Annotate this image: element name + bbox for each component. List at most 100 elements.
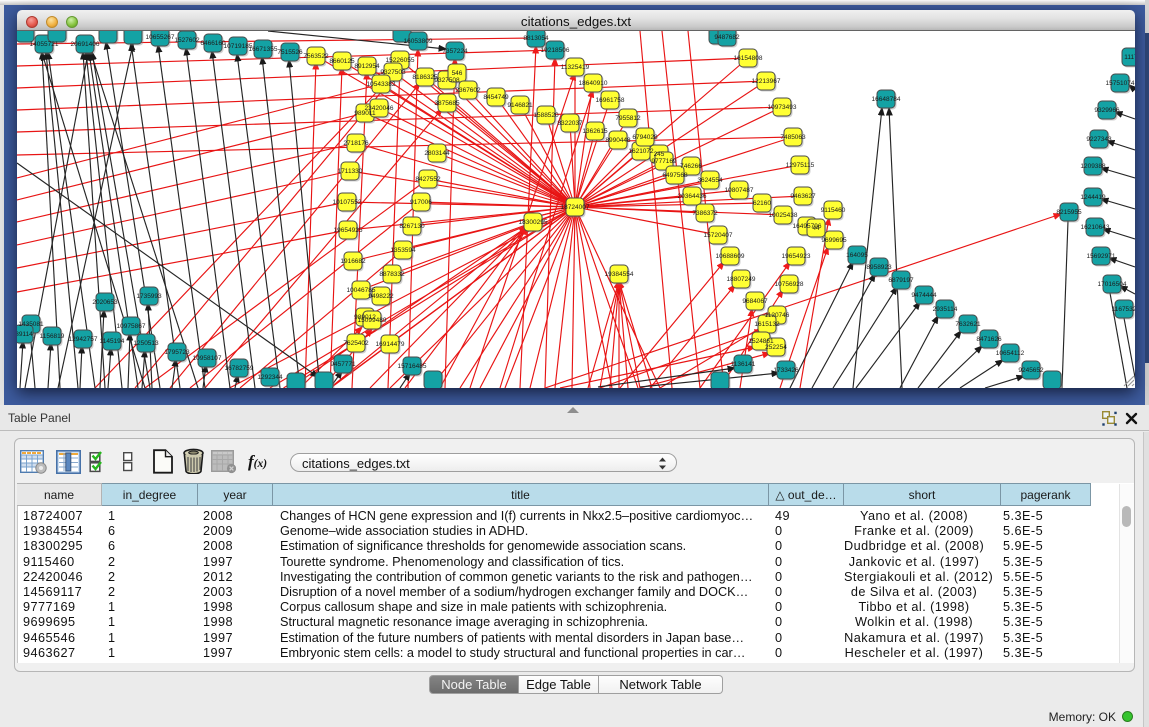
svg-text:9227343: 9227343 <box>1086 136 1112 143</box>
svg-text:18640910: 18640910 <box>579 80 608 87</box>
svg-text:7386372: 7386372 <box>692 210 718 217</box>
svg-text:1527602: 1527602 <box>174 37 200 44</box>
svg-text:19654925: 19654925 <box>334 227 363 234</box>
svg-text:16961758: 16961758 <box>596 97 625 104</box>
svg-text:8454749: 8454749 <box>483 94 509 101</box>
svg-text:8660125: 8660125 <box>329 58 355 65</box>
svg-text:9245652: 9245652 <box>1018 367 1044 374</box>
svg-text:2367602: 2367602 <box>455 87 481 94</box>
svg-text:7632621: 7632621 <box>955 321 981 328</box>
svg-text:7563522: 7563522 <box>303 53 329 60</box>
svg-text:15099489: 15099489 <box>358 317 387 324</box>
svg-text:2803144: 2803144 <box>424 150 450 157</box>
svg-text:9327503: 9327503 <box>380 69 406 76</box>
svg-text:1167532: 1167532 <box>1112 306 1135 313</box>
svg-text:62160: 62160 <box>753 200 771 207</box>
svg-text:1156819: 1156819 <box>40 333 65 340</box>
svg-text:252254: 252254 <box>765 344 787 351</box>
svg-text:6879197: 6879197 <box>888 277 914 284</box>
svg-text:16914479: 16914479 <box>376 341 405 348</box>
svg-text:8958923: 8958923 <box>866 264 892 271</box>
svg-text:20691406: 20691406 <box>71 41 100 48</box>
svg-text:9684067: 9684067 <box>742 298 768 305</box>
svg-text:44: 44 <box>812 225 820 232</box>
svg-text:1621072: 1621072 <box>628 148 654 155</box>
svg-text:1120746: 1120746 <box>765 312 790 319</box>
svg-text:12942757: 12942757 <box>69 336 98 343</box>
svg-text:18724007: 18724007 <box>561 204 590 211</box>
svg-text:8215955: 8215955 <box>1056 209 1082 216</box>
svg-text:8427552: 8427552 <box>415 176 441 183</box>
svg-text:1292344: 1292344 <box>257 374 283 381</box>
svg-text:16671355: 16671355 <box>249 46 278 53</box>
svg-text:15716485: 15716485 <box>398 363 427 370</box>
svg-text:8471626: 8471626 <box>976 336 1002 343</box>
svg-text:19218506: 19218506 <box>541 47 570 54</box>
svg-text:39114: 39114 <box>17 331 33 338</box>
svg-text:1711330: 1711330 <box>338 168 363 175</box>
svg-text:10025438: 10025438 <box>769 212 798 219</box>
svg-text:8912954: 8912954 <box>354 63 380 70</box>
svg-text:8267130: 8267130 <box>399 223 425 230</box>
svg-text:14055721: 14055721 <box>30 41 59 48</box>
svg-text:23420046: 23420046 <box>365 105 394 112</box>
svg-text:10688609: 10688609 <box>716 253 745 260</box>
svg-text:1735993: 1735993 <box>136 293 162 300</box>
svg-text:7485063: 7485063 <box>780 134 806 141</box>
svg-text:16154808: 16154808 <box>734 55 763 62</box>
svg-text:546: 546 <box>452 70 463 77</box>
svg-text:9327508: 9327508 <box>434 77 460 84</box>
svg-text:3624554: 3624554 <box>697 177 723 184</box>
svg-text:10107552: 10107552 <box>333 199 362 206</box>
svg-text:7357224: 7357224 <box>442 48 468 55</box>
svg-text:16648784: 16648784 <box>872 96 901 103</box>
svg-text:9457771: 9457771 <box>330 361 356 368</box>
svg-text:3875685: 3875685 <box>434 100 460 107</box>
svg-text:9777169: 9777169 <box>651 158 677 165</box>
svg-text:19384554: 19384554 <box>605 271 634 278</box>
svg-text:10807487: 10807487 <box>725 187 754 194</box>
svg-text:1588520: 1588520 <box>533 112 559 119</box>
svg-text:10973493: 10973493 <box>768 104 797 111</box>
svg-text:15692971: 15692971 <box>1087 253 1116 260</box>
svg-text:9487682: 9487682 <box>714 34 740 41</box>
svg-text:10958107: 10958107 <box>193 355 222 362</box>
svg-text:18807249: 18807249 <box>727 276 756 283</box>
svg-text:1250513: 1250513 <box>133 340 159 347</box>
svg-text:746266: 746266 <box>680 163 702 170</box>
svg-text:9699695: 9699695 <box>821 237 847 244</box>
svg-text:8813054: 8813054 <box>523 35 549 42</box>
svg-text:8322037: 8322037 <box>557 120 583 127</box>
svg-text:245: 245 <box>654 151 665 158</box>
svg-text:15751074: 15751074 <box>1106 80 1135 87</box>
svg-text:2935114: 2935114 <box>933 306 958 313</box>
svg-text:15720407: 15720407 <box>704 232 733 239</box>
svg-text:2020653: 2020653 <box>92 299 118 306</box>
svg-text:1145194: 1145194 <box>100 338 125 345</box>
svg-text:17016504: 17016504 <box>1098 281 1127 288</box>
svg-text:1353594: 1353594 <box>390 247 416 254</box>
svg-text:164095: 164095 <box>846 252 868 259</box>
svg-text:9115460: 9115460 <box>821 207 846 214</box>
svg-text:9146821: 9146821 <box>507 102 533 109</box>
svg-text:7515526: 7515526 <box>277 49 303 56</box>
svg-text:1795723: 1795723 <box>164 349 190 356</box>
svg-text:1244419: 1244419 <box>1080 194 1106 201</box>
svg-text:1209388: 1209388 <box>1080 163 1106 170</box>
svg-text:6794028: 6794028 <box>632 134 658 141</box>
svg-text:1615132: 1615132 <box>754 321 780 328</box>
svg-text:9463627: 9463627 <box>790 193 816 200</box>
svg-text:917006: 917006 <box>410 199 432 206</box>
svg-text:1117: 1117 <box>1124 54 1135 61</box>
svg-text:8990448: 8990448 <box>605 137 631 144</box>
svg-text:9474444: 9474444 <box>911 292 937 299</box>
svg-text:1362615: 1362615 <box>582 128 608 135</box>
svg-text:6466160: 6466160 <box>200 40 226 47</box>
svg-text:1136141: 1136141 <box>731 361 756 368</box>
svg-text:15226055: 15226055 <box>386 57 415 64</box>
svg-text:6497568: 6497568 <box>662 172 688 179</box>
svg-text:2718176: 2718176 <box>343 140 369 147</box>
svg-text:12975115: 12975115 <box>786 162 815 169</box>
svg-text:10655267: 10655267 <box>146 34 175 41</box>
svg-text:16053809: 16053809 <box>404 38 433 45</box>
